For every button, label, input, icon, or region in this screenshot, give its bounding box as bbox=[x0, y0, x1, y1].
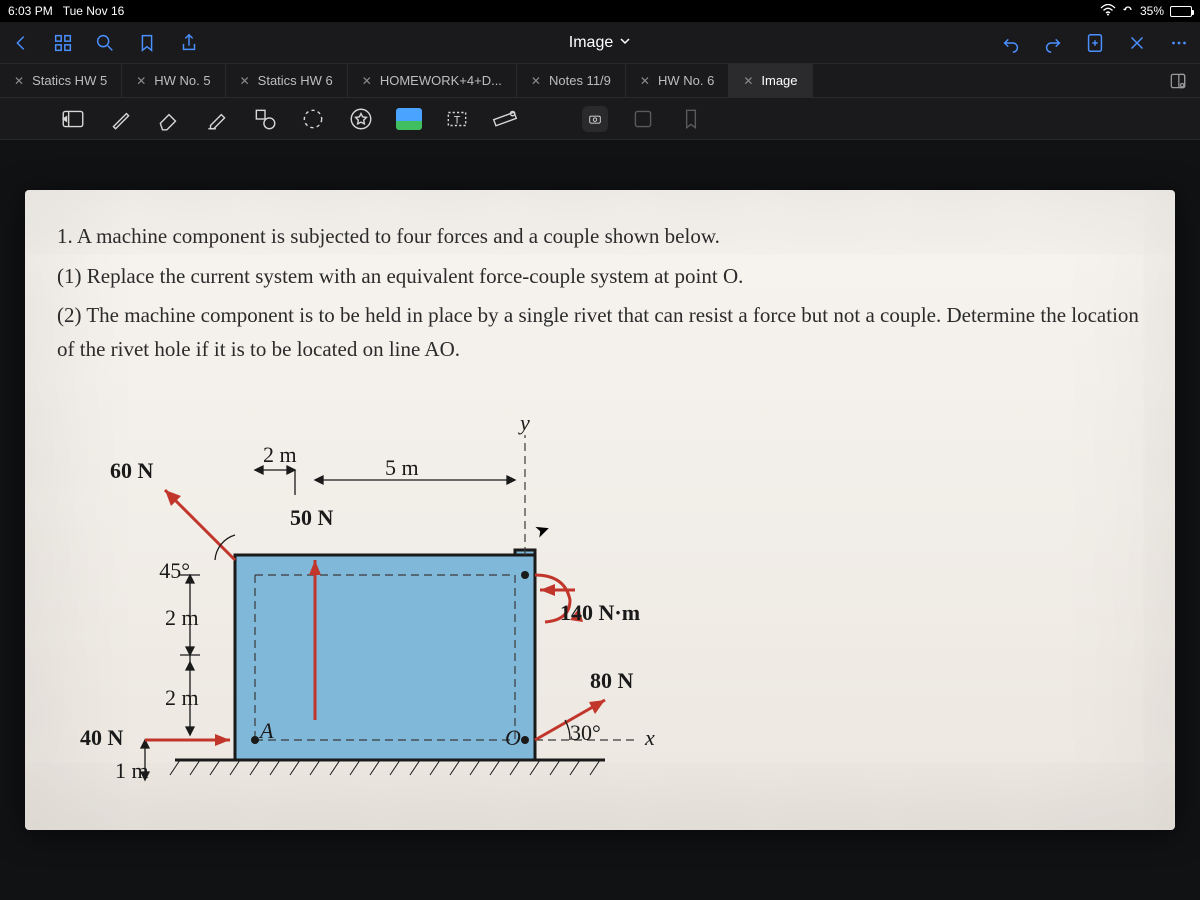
eraser-tool-icon[interactable] bbox=[156, 106, 182, 132]
label-2m-top: 2 m bbox=[263, 442, 297, 467]
tab-hw-no-6[interactable]: ✕ HW No. 6 bbox=[626, 64, 729, 97]
link-tool-icon[interactable] bbox=[630, 106, 656, 132]
wifi-icon bbox=[1100, 4, 1116, 19]
tab-close-icon[interactable]: ✕ bbox=[240, 74, 250, 88]
label-50n: 50 N bbox=[290, 505, 334, 530]
tab-notes-11-9[interactable]: ✕ Notes 11/9 bbox=[517, 64, 626, 97]
statics-diagram: 60 N 2 m 5 m y 50 N 45° 2 m 2 m 40 N 1 m… bbox=[65, 400, 705, 800]
label-30deg: 30° bbox=[570, 720, 601, 745]
back-icon[interactable] bbox=[10, 32, 32, 54]
tab-close-icon[interactable]: ✕ bbox=[743, 74, 753, 88]
share-icon[interactable] bbox=[178, 32, 200, 54]
tab-label: HW No. 5 bbox=[154, 73, 210, 88]
status-time: 6:03 PM bbox=[8, 4, 53, 18]
page-content: 1. A machine component is subjected to f… bbox=[25, 190, 1175, 830]
page-title[interactable]: Image bbox=[569, 34, 613, 52]
label-45deg: 45° bbox=[159, 558, 190, 583]
tab-close-icon[interactable]: ✕ bbox=[362, 74, 372, 88]
tab-overflow-icon[interactable] bbox=[1156, 64, 1200, 97]
tab-homework-4d[interactable]: ✕ HOMEWORK+4+D... bbox=[348, 64, 517, 97]
pen-tool-icon[interactable] bbox=[108, 106, 134, 132]
problem-line-3: (2) The machine component is to be held … bbox=[57, 299, 1143, 366]
label-2m-upper: 2 m bbox=[165, 605, 199, 630]
more-icon[interactable] bbox=[1168, 32, 1190, 54]
ipad-status-bar: 6:03 PM Tue Nov 16 35% bbox=[0, 0, 1200, 22]
status-date: Tue Nov 16 bbox=[63, 4, 125, 18]
tab-close-icon[interactable]: ✕ bbox=[640, 74, 650, 88]
label-5m: 5 m bbox=[385, 455, 419, 480]
document-canvas[interactable]: 1. A machine component is subjected to f… bbox=[0, 140, 1200, 900]
bookmark-icon[interactable] bbox=[136, 32, 158, 54]
close-icon[interactable] bbox=[1126, 32, 1148, 54]
label-40n: 40 N bbox=[80, 725, 124, 750]
label-point-a: A bbox=[258, 718, 274, 743]
annotation-toolbar: T bbox=[0, 98, 1200, 140]
label-y-axis: y bbox=[518, 410, 530, 435]
shapes-tool-icon[interactable] bbox=[252, 106, 278, 132]
undo-icon[interactable] bbox=[1000, 32, 1022, 54]
tab-close-icon[interactable]: ✕ bbox=[531, 74, 541, 88]
problem-line-2: (1) Replace the current system with an e… bbox=[57, 260, 1143, 294]
tab-label: Statics HW 5 bbox=[32, 73, 107, 88]
tab-close-icon[interactable]: ✕ bbox=[14, 74, 24, 88]
battery-icon bbox=[1170, 6, 1192, 17]
read-mode-icon[interactable] bbox=[60, 106, 86, 132]
lasso-tool-icon[interactable] bbox=[300, 106, 326, 132]
label-1m: 1 m bbox=[115, 758, 149, 783]
image-tool-icon[interactable] bbox=[396, 108, 422, 130]
label-point-o: O bbox=[505, 725, 521, 750]
camera-tool-icon[interactable] bbox=[582, 106, 608, 132]
battery-percent: 35% bbox=[1140, 4, 1164, 18]
tab-statics-hw-5[interactable]: ✕ Statics HW 5 bbox=[0, 64, 122, 97]
highlighter-tool-icon[interactable] bbox=[204, 106, 230, 132]
tab-hw-no-5[interactable]: ✕ HW No. 5 bbox=[122, 64, 225, 97]
chevron-down-icon[interactable] bbox=[619, 34, 631, 52]
add-page-icon[interactable] bbox=[1084, 32, 1106, 54]
label-80n: 80 N bbox=[590, 668, 634, 693]
tab-label: Statics HW 6 bbox=[258, 73, 333, 88]
tab-label: HW No. 6 bbox=[658, 73, 714, 88]
grid-icon[interactable] bbox=[52, 32, 74, 54]
tab-label: Image bbox=[761, 73, 797, 88]
document-tabs: ✕ Statics HW 5 ✕ HW No. 5 ✕ Statics HW 6… bbox=[0, 64, 1200, 98]
label-60n: 60 N bbox=[110, 458, 154, 483]
label-x-axis: x bbox=[644, 725, 655, 750]
tab-label: Notes 11/9 bbox=[549, 73, 611, 88]
problem-line-1: 1. A machine component is subjected to f… bbox=[57, 220, 1143, 254]
label-140nm: 140 N·m bbox=[560, 600, 640, 625]
app-nav-bar: Image bbox=[0, 22, 1200, 64]
bookmark-tool-icon[interactable] bbox=[678, 106, 704, 132]
label-2m-lower: 2 m bbox=[165, 685, 199, 710]
svg-text:T: T bbox=[454, 114, 461, 126]
favorites-tool-icon[interactable] bbox=[348, 106, 374, 132]
orientation-lock-icon bbox=[1122, 4, 1134, 19]
tab-image[interactable]: ✕ Image bbox=[729, 64, 812, 97]
text-tool-icon[interactable]: T bbox=[444, 106, 470, 132]
tab-statics-hw-6[interactable]: ✕ Statics HW 6 bbox=[226, 64, 348, 97]
tab-close-icon[interactable]: ✕ bbox=[136, 74, 146, 88]
redo-icon[interactable] bbox=[1042, 32, 1064, 54]
ruler-tool-icon[interactable] bbox=[492, 106, 518, 132]
tab-label: HOMEWORK+4+D... bbox=[380, 73, 502, 88]
search-icon[interactable] bbox=[94, 32, 116, 54]
